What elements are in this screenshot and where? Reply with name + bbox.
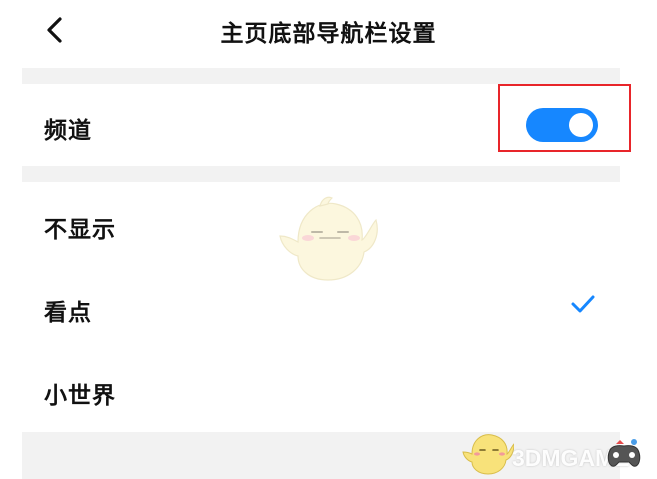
option-row-hide[interactable]: 不显示 [22, 182, 620, 264]
section-divider [22, 68, 620, 84]
option-row-kandian[interactable]: 看点 [22, 264, 620, 346]
option-label: 小世界 [44, 383, 116, 409]
option-row-small-world[interactable]: 小世界 [22, 348, 620, 430]
channel-toggle-switch[interactable] [526, 108, 598, 142]
header-bar: 主页底部导航栏设置 [0, 0, 657, 68]
option-label: 不显示 [44, 217, 116, 243]
checkmark-icon [571, 295, 595, 313]
page-title: 主页底部导航栏设置 [220, 21, 437, 47]
bottom-spacer [22, 432, 620, 479]
section-divider [22, 166, 620, 182]
option-label: 看点 [44, 300, 92, 326]
channel-label: 频道 [44, 118, 92, 144]
settings-screen: 主页底部导航栏设置 频道 不显示 看点 小世界 3DMGAME [0, 0, 657, 479]
toggle-knob [569, 113, 593, 137]
